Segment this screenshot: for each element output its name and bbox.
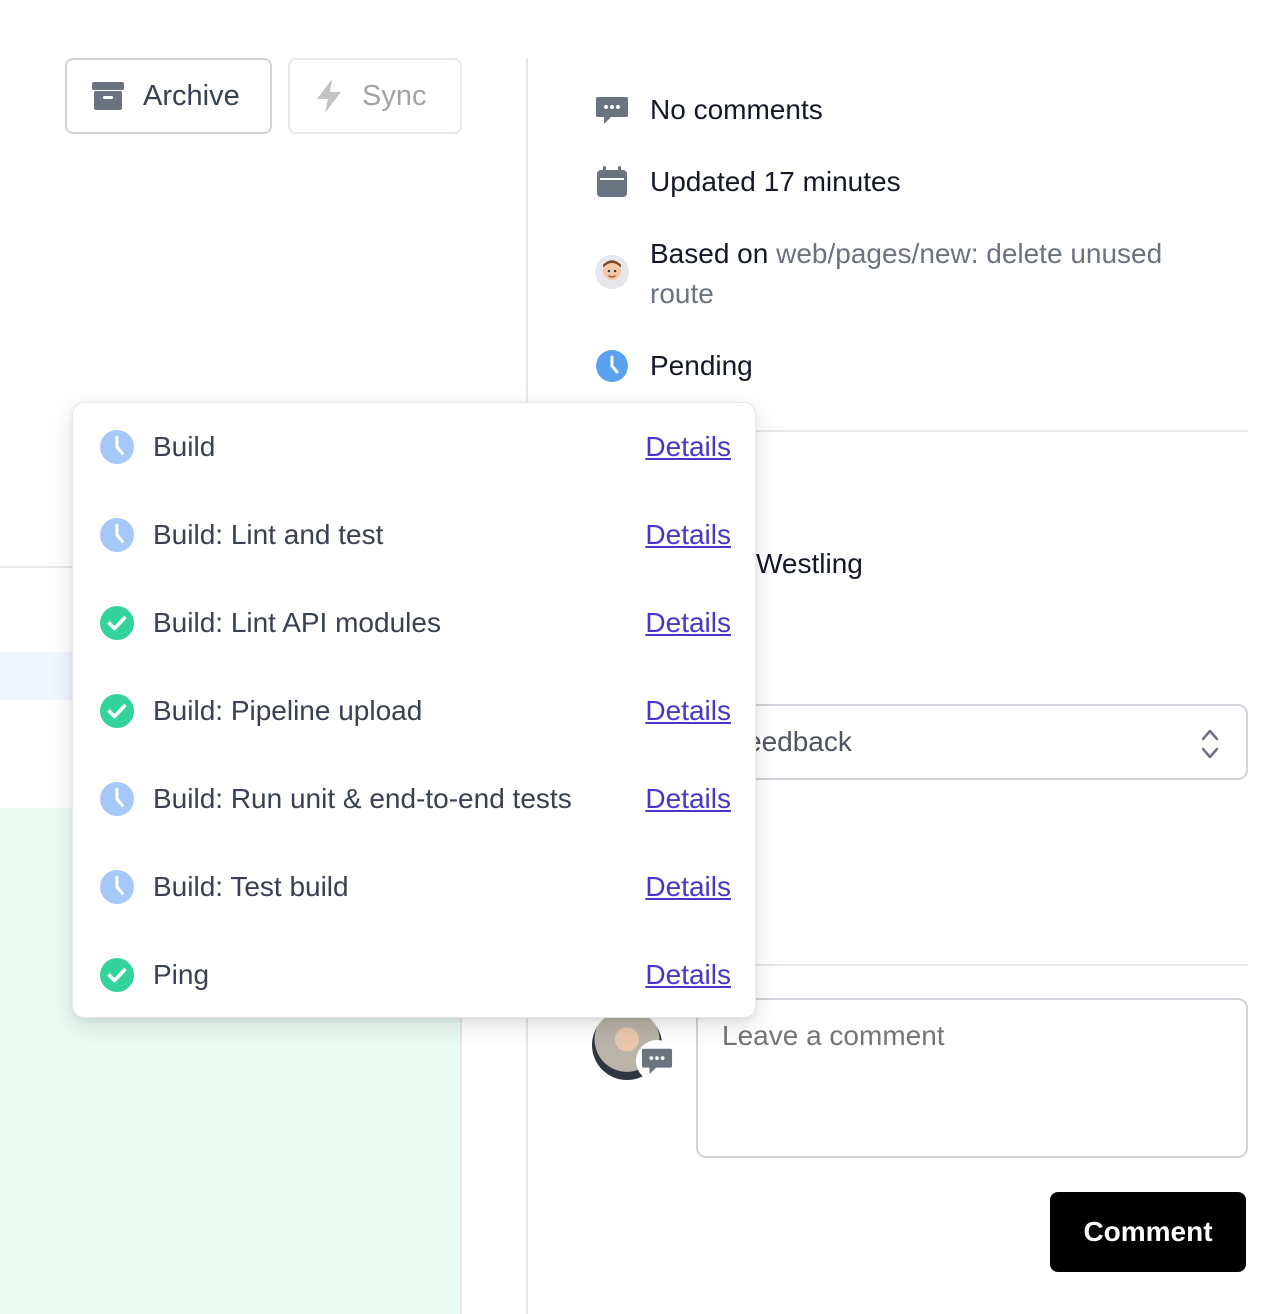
based-on: Based on web/pages/new: delete unused ro…: [594, 234, 1214, 314]
clock-icon: [99, 429, 135, 465]
archive-label: Archive: [143, 79, 240, 112]
checks-popover: Build Details Build: Lint and test Details B…: [72, 402, 756, 1018]
comments-text: No comments: [650, 94, 823, 125]
check-row: Build: Lint API modules Details: [73, 579, 755, 667]
lightning-icon: [317, 79, 341, 113]
calendar-icon: [594, 162, 630, 202]
review-type-value: eedback: [746, 726, 852, 757]
archive-icon: [92, 82, 124, 110]
archive-button[interactable]: Archive: [65, 58, 272, 134]
clock-icon: [594, 346, 630, 386]
details-link[interactable]: Details: [645, 607, 731, 639]
check-row: Build Details: [73, 403, 755, 491]
details-link[interactable]: Details: [645, 783, 731, 815]
comment-input[interactable]: [696, 998, 1248, 1158]
check-row: Ping Details: [73, 931, 755, 1019]
sync-button[interactable]: Sync: [288, 58, 462, 134]
author-avatar: [594, 252, 630, 292]
details-link[interactable]: Details: [645, 431, 731, 463]
comments-count: No comments: [594, 90, 823, 130]
based-on-label: Based on: [650, 238, 769, 269]
check-circle-icon: [99, 605, 135, 641]
comment-submit-button[interactable]: Comment: [1050, 1192, 1246, 1272]
check-row: Build: Run unit & end-to-end tests Detail…: [73, 755, 755, 843]
clock-icon: [99, 781, 135, 817]
check-row: Build: Pipeline upload Details: [73, 667, 755, 755]
updated-time: Updated 17 minutes: [594, 162, 901, 202]
details-link[interactable]: Details: [645, 871, 731, 903]
check-circle-icon: [99, 957, 135, 993]
check-circle-icon: [99, 693, 135, 729]
status-text: Pending: [650, 350, 753, 381]
details-link[interactable]: Details: [645, 959, 731, 991]
details-link[interactable]: Details: [645, 519, 731, 551]
updated-text: Updated 17 minutes: [650, 166, 901, 197]
clock-icon: [99, 869, 135, 905]
chat-bubble-icon: [641, 1048, 673, 1075]
details-link[interactable]: Details: [645, 695, 731, 727]
status-pending: Pending: [594, 346, 753, 386]
check-row: Build: Lint and test Details: [73, 491, 755, 579]
chat-bubble-icon: [594, 90, 630, 130]
clock-icon: [99, 517, 135, 553]
reviewer-name: Westling: [756, 548, 863, 579]
sync-label: Sync: [362, 79, 427, 112]
check-row: Build: Test build Details: [73, 843, 755, 931]
comment-badge: [636, 1040, 678, 1082]
chevron-up-down-icon: [1201, 729, 1219, 759]
